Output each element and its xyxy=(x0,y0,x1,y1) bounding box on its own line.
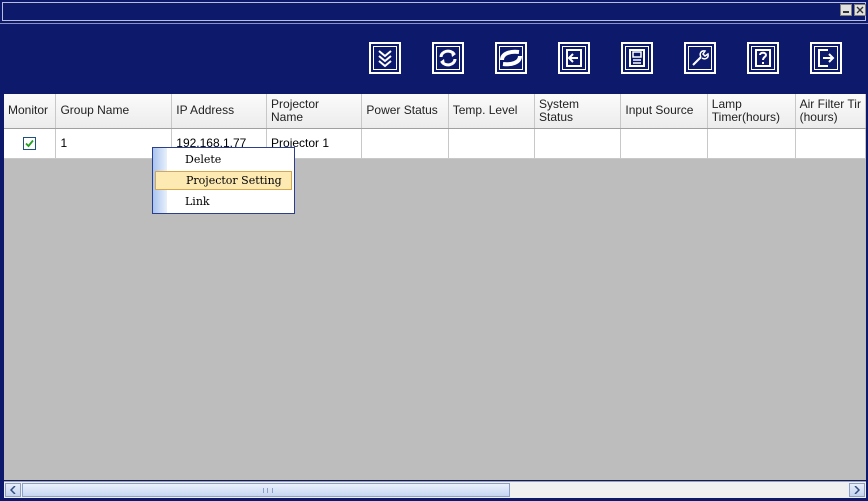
question-icon xyxy=(755,49,771,67)
search-projector-button[interactable] xyxy=(369,42,401,74)
column-header-temp-level[interactable]: Temp. Level xyxy=(448,94,536,129)
context-menu: Delete Projector Setting Link xyxy=(152,147,295,214)
scrollbar-thumb[interactable] xyxy=(22,483,510,497)
column-header-system-status[interactable]: System Status xyxy=(534,94,622,129)
exit-button[interactable] xyxy=(810,42,842,74)
scroll-left-button[interactable] xyxy=(5,483,21,497)
chevron-right-icon xyxy=(854,486,860,494)
air-filter-timer-cell xyxy=(795,128,866,159)
save-disk-icon xyxy=(629,49,645,67)
close-icon[interactable] xyxy=(854,4,866,16)
import-button[interactable] xyxy=(558,42,590,74)
checkmark-icon xyxy=(25,140,34,148)
help-button[interactable] xyxy=(747,42,779,74)
exit-arrow-icon xyxy=(818,49,835,67)
column-header-air-filter-timer[interactable]: Air Filter Tir (hours) xyxy=(795,94,866,129)
scrollbar-grip xyxy=(263,488,273,493)
chevron-left-icon xyxy=(10,486,16,494)
column-header-group-name[interactable]: Group Name xyxy=(55,94,173,129)
refresh-button[interactable] xyxy=(432,42,464,74)
column-header-power-status[interactable]: Power Status xyxy=(361,94,449,129)
connect-button[interactable] xyxy=(495,42,527,74)
lamp-timer-cell xyxy=(707,128,796,159)
column-header-projector-name[interactable]: Projector Name xyxy=(266,94,363,129)
menu-item-projector-setting[interactable]: Projector Setting xyxy=(155,171,292,190)
column-header-lamp-timer[interactable]: Lamp Timer(hours) xyxy=(707,94,796,129)
menu-item-delete[interactable]: Delete xyxy=(155,150,292,169)
input-source-cell xyxy=(620,128,708,159)
power-status-cell xyxy=(361,128,449,159)
import-arrow-icon xyxy=(566,49,582,67)
link-loop-icon xyxy=(500,49,522,67)
system-status-cell xyxy=(534,128,622,159)
chevron-down-double-icon xyxy=(378,50,392,68)
monitor-checkbox[interactable] xyxy=(23,137,37,151)
app-window: Monitor Group Name IP Address Projector N… xyxy=(0,0,868,501)
save-button[interactable] xyxy=(621,42,653,74)
wrench-icon xyxy=(692,50,709,66)
table-row[interactable]: 1 192.168.1.77 Projector 1 xyxy=(4,128,866,159)
table-header-row: Monitor Group Name IP Address Projector N… xyxy=(4,94,866,129)
column-header-input-source[interactable]: Input Source xyxy=(620,94,708,129)
menu-item-link[interactable]: Link xyxy=(155,192,292,211)
column-header-ip-address[interactable]: IP Address xyxy=(171,94,268,129)
column-header-monitor[interactable]: Monitor xyxy=(4,94,57,129)
projector-table: Monitor Group Name IP Address Projector N… xyxy=(4,94,866,159)
temp-level-cell xyxy=(448,128,536,159)
title-bar-frame xyxy=(2,2,866,21)
settings-button[interactable] xyxy=(684,42,716,74)
refresh-icon xyxy=(439,49,457,67)
minimize-icon[interactable] xyxy=(840,4,852,16)
horizontal-scrollbar[interactable] xyxy=(4,481,866,498)
scroll-right-button[interactable] xyxy=(849,483,865,497)
projector-table-area: Monitor Group Name IP Address Projector N… xyxy=(4,94,866,480)
title-bar xyxy=(0,0,868,24)
monitor-cell xyxy=(4,128,57,159)
